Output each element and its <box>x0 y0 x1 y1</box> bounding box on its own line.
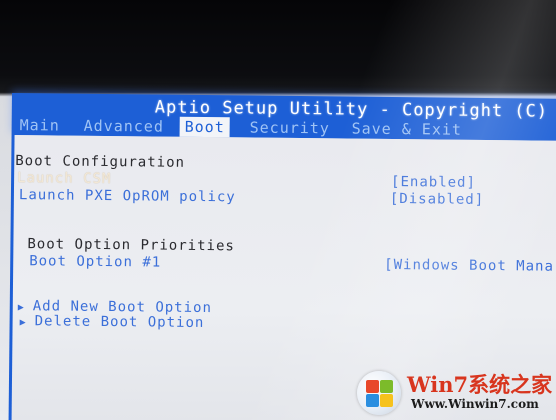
tab-advanced[interactable]: Advanced <box>84 116 164 137</box>
monitor-screen: Aptio Setup Utility - Copyright (C) 201 … <box>0 0 556 420</box>
tab-main[interactable]: Main <box>20 115 60 135</box>
panel-border <box>8 134 15 420</box>
launch-pxe-oprom-value[interactable]: [Disabled] <box>390 191 484 208</box>
delete-boot-option-label: Delete Boot Option <box>34 313 205 332</box>
delete-boot-option[interactable]: ▶ Delete Boot Option <box>20 313 205 331</box>
tab-security[interactable]: Security <box>250 117 330 138</box>
title-bar: Aptio Setup Utility - Copyright (C) 201 … <box>11 93 556 141</box>
tab-boot[interactable]: Boot <box>179 116 230 138</box>
triangle-right-icon: ▶ <box>19 317 27 329</box>
triangle-right-icon: ▶ <box>17 302 25 314</box>
launch-csm-value[interactable]: [Enabled] <box>391 174 476 191</box>
boot-option-1[interactable]: Boot Option #1 <box>29 253 161 270</box>
boot-configuration-heading: Boot Configuration <box>15 153 186 171</box>
launch-csm-option[interactable]: Launch CSM <box>17 170 111 187</box>
launch-pxe-oprom-option[interactable]: Launch PXE OpROM policy <box>19 187 236 205</box>
watermark-logo: Win7系统之家 Www.Winwin7.com <box>355 365 553 417</box>
windows-logo-icon <box>357 371 401 415</box>
boot-option-priorities-heading: Boot Option Priorities <box>27 236 235 255</box>
boot-option-1-value[interactable]: [Windows Boot Mana <box>384 257 554 275</box>
watermark-url: Www.Winwin7.com <box>411 397 539 411</box>
watermark-brand: Win7系统之家 <box>407 372 553 397</box>
tab-save-exit[interactable]: Save & Exit <box>352 119 463 140</box>
